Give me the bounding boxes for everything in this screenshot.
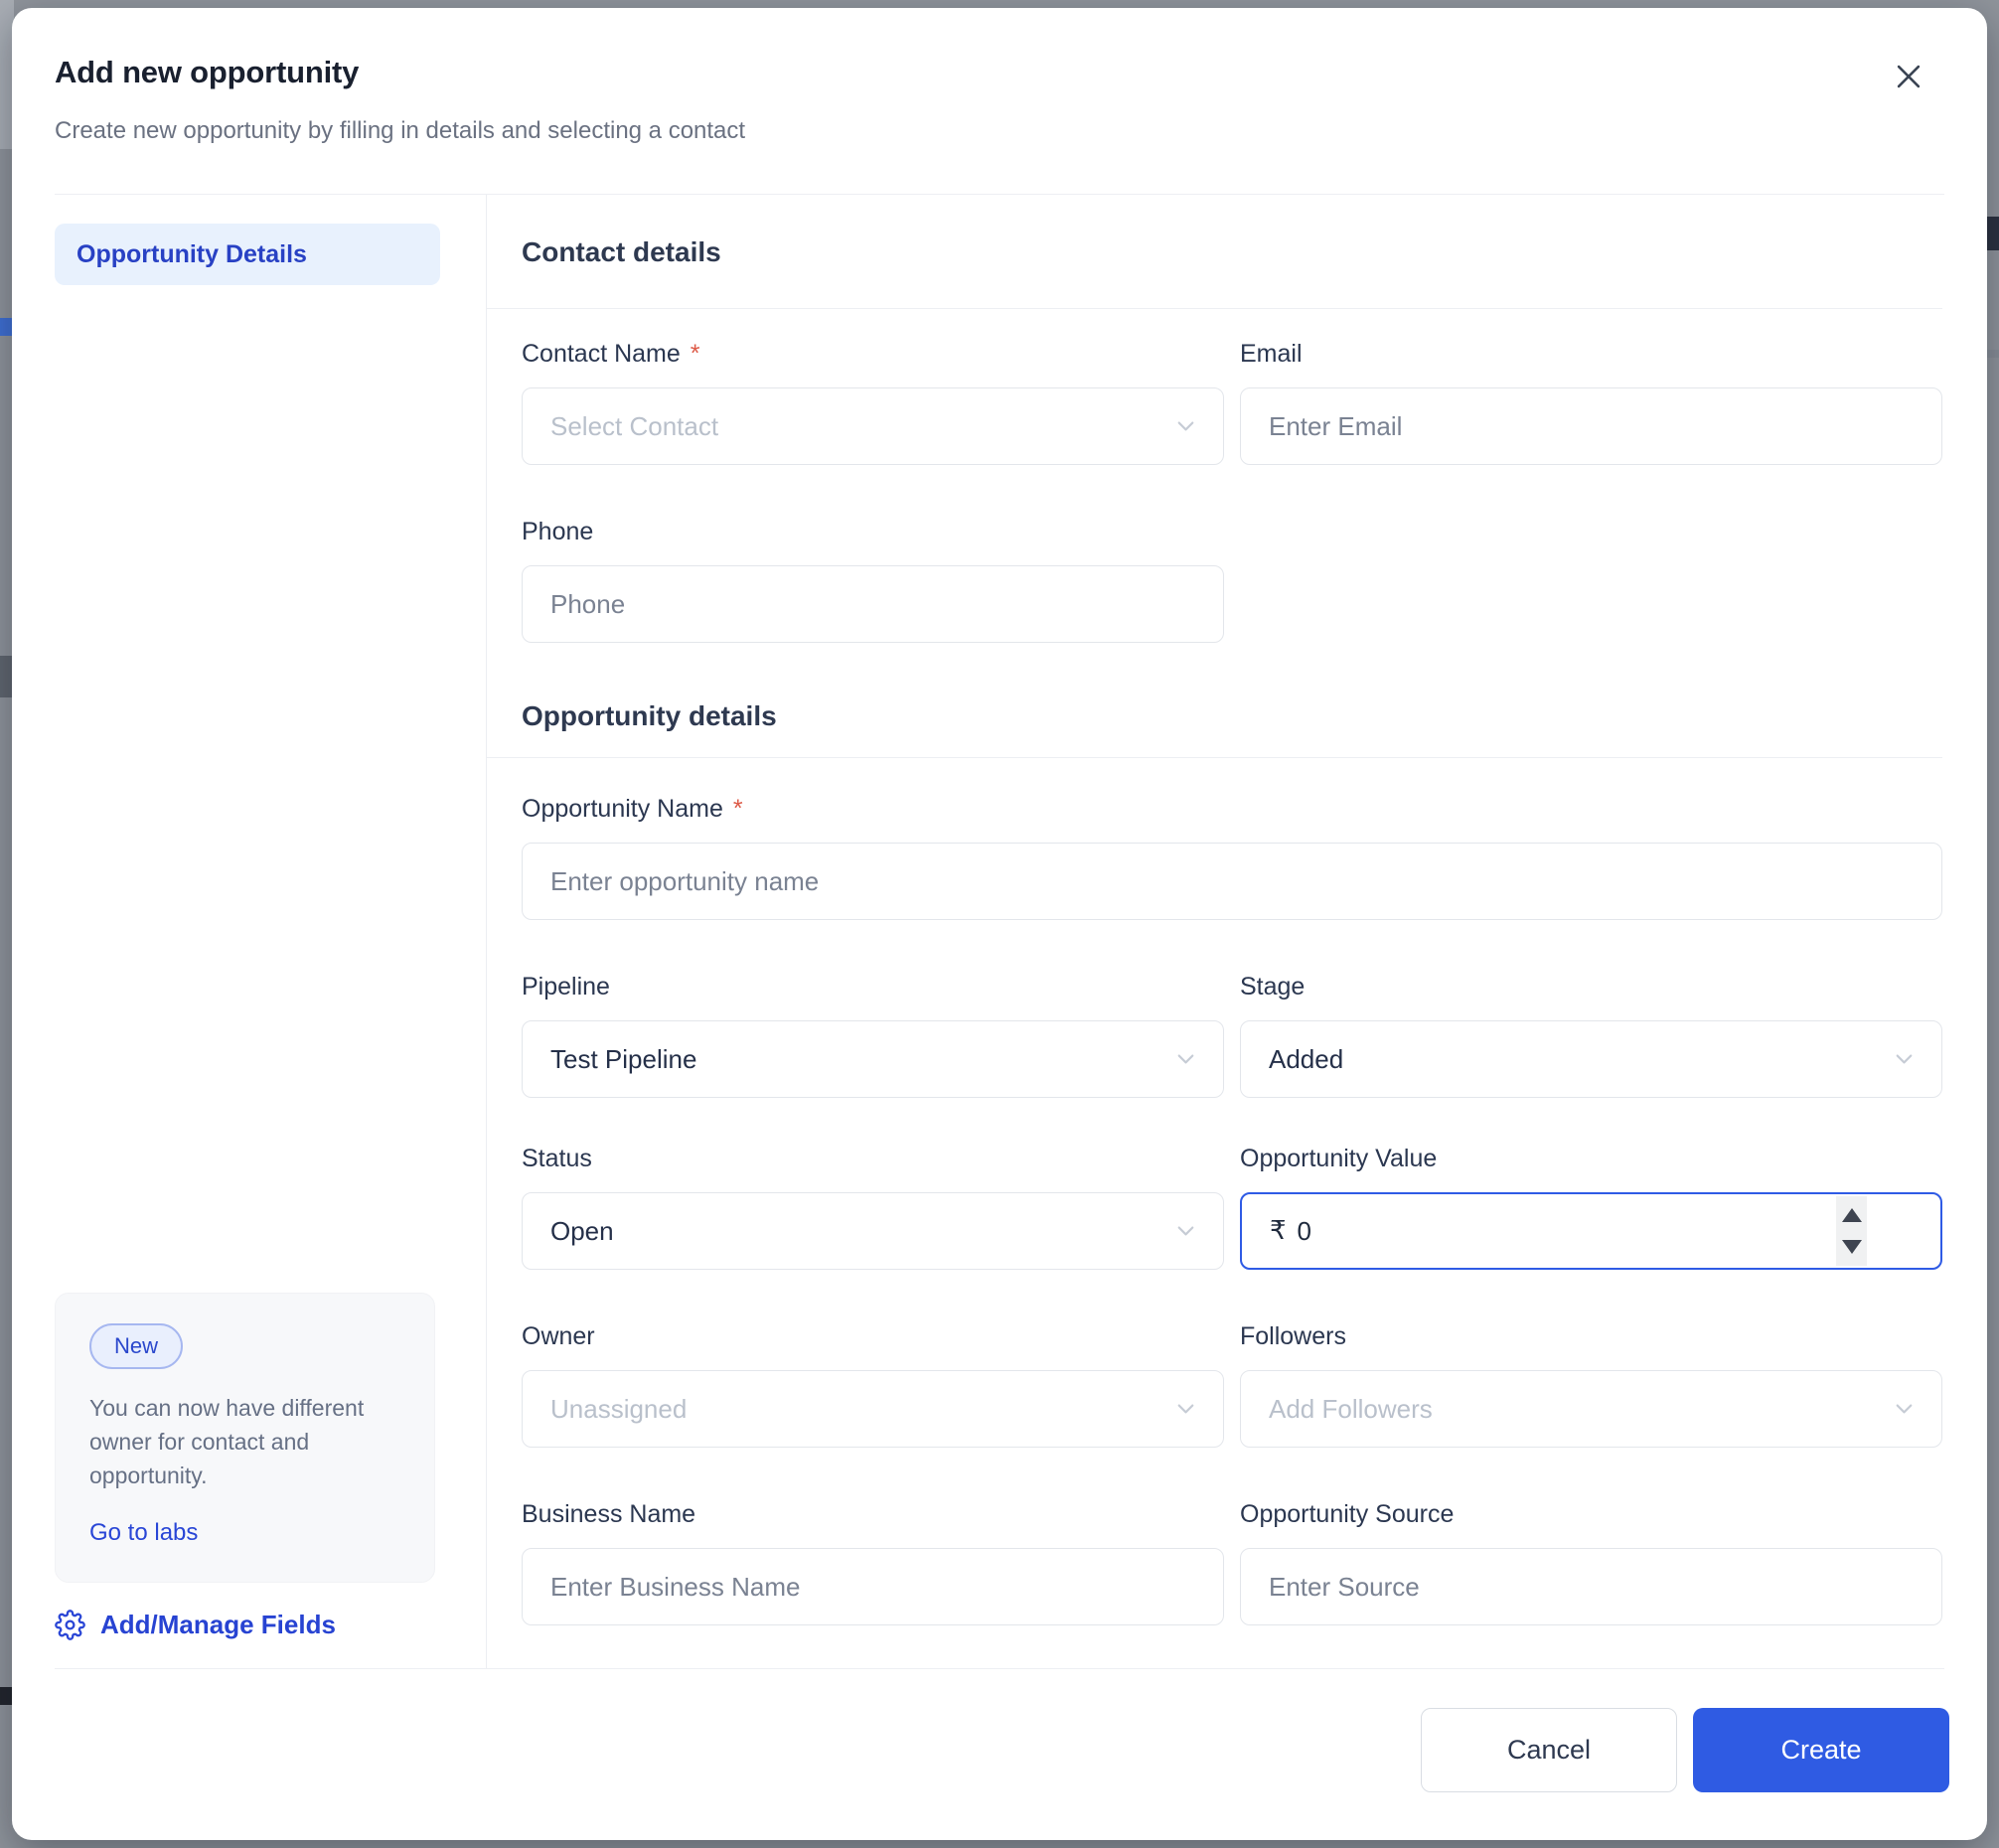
stage-field-group: Stage Added <box>1240 972 1942 1098</box>
opportunity-details-heading: Opportunity details <box>522 699 1942 733</box>
create-button[interactable]: Create <box>1693 1708 1949 1792</box>
add-manage-fields-label: Add/Manage Fields <box>100 1610 336 1640</box>
opportunity-value-field-group: Opportunity Value ₹ 0 <box>1240 1144 1942 1270</box>
owner-label: Owner <box>522 1321 1224 1351</box>
owner-field-group: Owner Unassigned <box>522 1321 1224 1448</box>
go-to-labs-link[interactable]: Go to labs <box>89 1518 198 1548</box>
labs-promo-card: New You can now have different owner for… <box>55 1293 435 1583</box>
opportunity-source-field-group: Opportunity Source <box>1240 1499 1942 1625</box>
pipeline-select[interactable]: Test Pipeline <box>522 1020 1224 1098</box>
stepper-down-button[interactable] <box>1842 1240 1862 1254</box>
backdrop-fragment <box>1985 350 1999 358</box>
status-field-group: Status Open <box>522 1144 1224 1270</box>
business-name-field[interactable] <box>522 1548 1224 1625</box>
opportunity-source-label: Opportunity Source <box>1240 1499 1942 1529</box>
rupee-currency-symbol: ₹ <box>1270 1216 1287 1246</box>
contact-name-placeholder: Select Contact <box>550 411 718 442</box>
stage-label: Stage <box>1240 972 1942 1001</box>
status-label: Status <box>522 1144 1224 1173</box>
new-badge: New <box>89 1323 183 1369</box>
contact-name-field-group: Contact Name * Select Contact <box>522 339 1224 465</box>
status-value: Open <box>550 1216 614 1247</box>
email-field-group: Email <box>1240 339 1942 465</box>
followers-field-group: Followers Add Followers <box>1240 1321 1942 1448</box>
contact-name-select[interactable]: Select Contact <box>522 387 1224 465</box>
modal-title: Add new opportunity <box>55 54 1944 91</box>
opportunity-name-label: Opportunity Name * <box>522 794 1942 824</box>
phone-label: Phone <box>522 517 1224 546</box>
opportunity-value-amount: 0 <box>1298 1216 1311 1247</box>
opportunity-name-field-group: Opportunity Name * <box>522 794 1942 920</box>
opportunity-value-input[interactable]: ₹ 0 <box>1240 1192 1942 1270</box>
chevron-down-icon <box>1172 1218 1199 1245</box>
header-divider <box>55 194 1944 195</box>
stage-select[interactable]: Added <box>1240 1020 1942 1098</box>
add-opportunity-modal: Add new opportunity Create new opportuni… <box>12 8 1987 1840</box>
number-stepper <box>1836 1196 1867 1266</box>
sidebar-item-label: Opportunity Details <box>77 240 307 269</box>
followers-label: Followers <box>1240 1321 1942 1351</box>
backdrop-fragment <box>1985 217 1999 250</box>
opportunity-name-field[interactable] <box>522 843 1942 920</box>
sidebar-spacer <box>55 285 486 1293</box>
pipeline-value: Test Pipeline <box>550 1044 696 1075</box>
modal-body: Opportunity Details New You can now have… <box>12 195 1987 1668</box>
screen: Add new opportunity Create new opportuni… <box>0 0 1999 1848</box>
close-icon <box>1892 60 1925 93</box>
followers-placeholder: Add Followers <box>1269 1394 1433 1425</box>
section-divider <box>487 757 1942 758</box>
contact-name-label: Contact Name * <box>522 339 1224 369</box>
opportunity-source-field[interactable] <box>1240 1548 1942 1625</box>
required-asterisk: * <box>691 339 700 369</box>
section-divider <box>487 308 1942 309</box>
stage-value: Added <box>1269 1044 1343 1075</box>
chevron-down-icon <box>1172 1046 1199 1073</box>
owner-select[interactable]: Unassigned <box>522 1370 1224 1448</box>
gear-icon <box>55 1610 85 1640</box>
business-name-label: Business Name <box>522 1499 1224 1529</box>
sidebar-item-opportunity-details[interactable]: Opportunity Details <box>55 224 440 285</box>
contact-details-heading: Contact details <box>522 235 1942 269</box>
opportunity-value-label: Opportunity Value <box>1240 1144 1942 1173</box>
sidebar: Opportunity Details New You can now have… <box>12 195 487 1668</box>
email-label: Email <box>1240 339 1942 369</box>
required-asterisk: * <box>733 794 743 824</box>
status-select[interactable]: Open <box>522 1192 1224 1270</box>
email-field[interactable] <box>1240 387 1942 465</box>
pipeline-label: Pipeline <box>522 972 1224 1001</box>
owner-placeholder: Unassigned <box>550 1394 687 1425</box>
pipeline-field-group: Pipeline Test Pipeline <box>522 972 1224 1098</box>
form-content: Contact details Contact Name * Select Co… <box>487 195 1987 1668</box>
modal-subtitle: Create new opportunity by filling in det… <box>55 115 1944 147</box>
phone-field-group: Phone <box>522 517 1224 643</box>
chevron-down-icon <box>1891 1046 1918 1073</box>
chevron-down-icon <box>1891 1396 1918 1423</box>
business-name-field-group: Business Name <box>522 1499 1224 1625</box>
chevron-down-icon <box>1172 413 1199 440</box>
stepper-up-button[interactable] <box>1842 1208 1862 1222</box>
close-button[interactable] <box>1888 56 1929 97</box>
phone-field[interactable] <box>522 565 1224 643</box>
modal-header: Add new opportunity Create new opportuni… <box>12 8 1987 195</box>
cancel-button[interactable]: Cancel <box>1421 1708 1677 1792</box>
chevron-down-icon <box>1172 1396 1199 1423</box>
modal-footer: Cancel Create <box>12 1669 1987 1840</box>
promo-text: You can now have different owner for con… <box>89 1391 417 1492</box>
add-manage-fields-button[interactable]: Add/Manage Fields <box>55 1610 486 1640</box>
followers-select[interactable]: Add Followers <box>1240 1370 1942 1448</box>
